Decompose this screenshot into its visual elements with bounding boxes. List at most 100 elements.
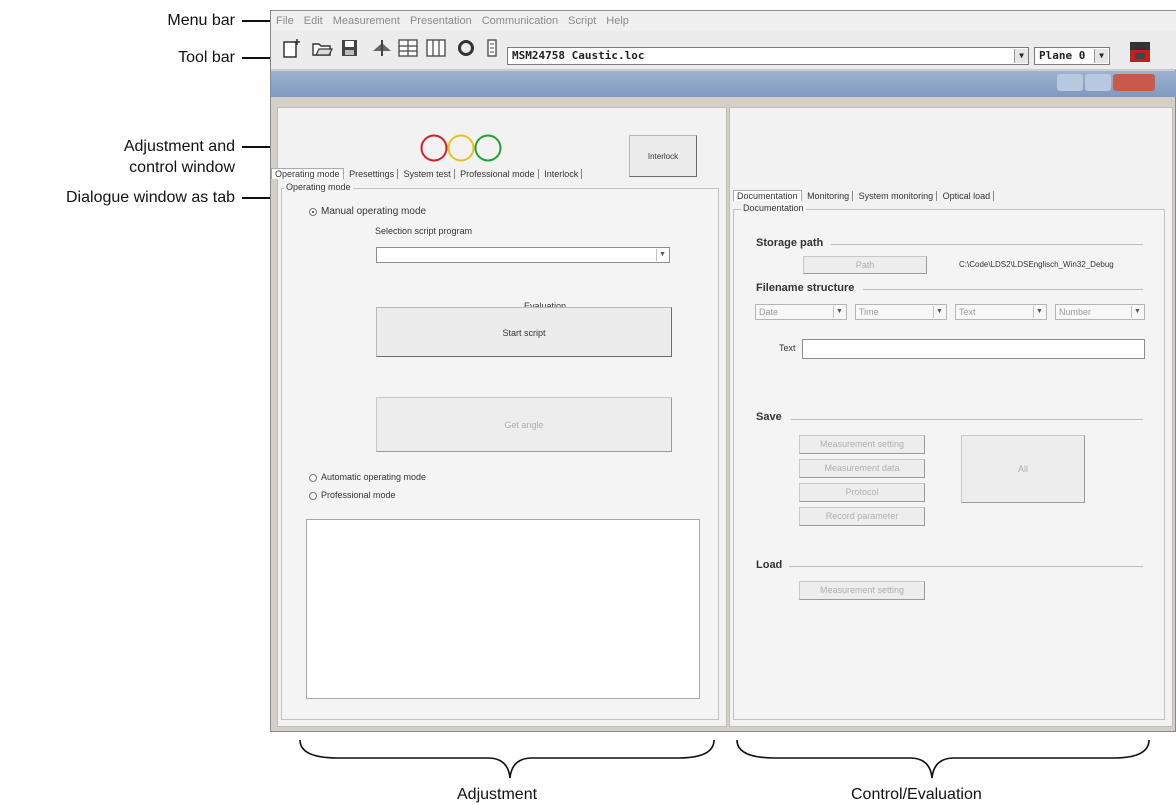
start-script-label: Start script	[502, 328, 546, 338]
left-tab-bar: Operating mode Presettings System test P…	[271, 168, 583, 179]
chevron-down-icon: ▼	[1094, 49, 1108, 63]
storage-path-value: C:\Code\LDS2\LDSEnglisch_Win32_Debug	[959, 260, 1114, 269]
new-file-icon[interactable]	[281, 37, 303, 59]
tab-optical-load[interactable]: Optical load	[939, 191, 995, 201]
grid-view-icon[interactable]	[397, 37, 419, 59]
camera-device-icon[interactable]	[1127, 39, 1153, 65]
filename-part-time[interactable]: Time ▼	[855, 304, 947, 320]
tab-professional-mode[interactable]: Professional mode	[457, 169, 539, 179]
storage-path-divider	[831, 244, 1143, 245]
save-divider	[791, 419, 1143, 420]
load-measurement-setting-button[interactable]: Measurement setting	[799, 581, 925, 600]
interlock-button[interactable]: Interlock	[629, 135, 697, 177]
tab-documentation[interactable]: Documentation	[733, 190, 802, 201]
save-all-button[interactable]: All	[961, 435, 1085, 503]
save-heading: Save	[756, 411, 782, 423]
selection-script-label: Selection script program	[375, 226, 473, 236]
open-folder-icon[interactable]	[311, 37, 333, 59]
menu-script[interactable]: Script	[563, 11, 601, 27]
menu-bar: File Edit Measurement Presentation Communica…	[271, 11, 1176, 31]
automatic-mode-radio[interactable]	[309, 474, 317, 482]
tab-operating-mode[interactable]: Operating mode	[271, 168, 344, 179]
save-measurement-data-label: Measurement data	[824, 463, 900, 473]
chevron-down-icon: ▼	[656, 249, 668, 261]
plane-combo-value: Plane 0	[1039, 49, 1086, 62]
save-protocol-button[interactable]: Protocol	[799, 483, 925, 502]
callout-menu-bar: Menu bar	[167, 12, 235, 29]
storage-path-heading: Storage path	[756, 237, 824, 249]
menu-presentation[interactable]: Presentation	[405, 11, 477, 27]
automatic-mode-label: Automatic operating mode	[321, 472, 427, 482]
save-icon[interactable]	[339, 37, 361, 59]
control-evaluation-brace	[736, 739, 1150, 779]
path-button[interactable]: Path	[803, 256, 927, 274]
log-output-area[interactable]	[306, 519, 700, 699]
load-divider	[789, 566, 1143, 567]
filename-structure-divider	[863, 289, 1143, 290]
status-light-yellow	[447, 134, 475, 162]
load-measurement-setting-label: Measurement setting	[819, 585, 905, 595]
tab-system-monitoring[interactable]: System monitoring	[855, 191, 938, 201]
tool-bar: MSM24758 Caustic.loc ▼ Plane 0 ▼	[271, 31, 1176, 70]
save-measurement-setting-label: Measurement setting	[819, 439, 905, 449]
menu-measurement[interactable]: Measurement	[328, 11, 405, 27]
chevron-down-icon: ▼	[1014, 49, 1028, 63]
tab-monitoring[interactable]: Monitoring	[804, 191, 854, 201]
callout-tool-bar: Tool bar	[178, 49, 235, 66]
documentation-group-title: Documentation	[741, 203, 806, 213]
filename-text-input[interactable]	[802, 339, 1145, 359]
save-all-label: All	[1017, 464, 1028, 474]
device-icon[interactable]	[481, 37, 503, 59]
status-light-red	[420, 134, 448, 162]
file-combo-value: MSM24758 Caustic.loc	[512, 49, 645, 62]
save-record-parameter-label: Record parameter	[825, 511, 899, 521]
script-program-select[interactable]: ▼	[376, 247, 670, 263]
ring-icon[interactable]	[455, 37, 477, 59]
save-record-parameter-button[interactable]: Record parameter	[799, 507, 925, 526]
save-measurement-setting-button[interactable]: Measurement setting	[799, 435, 925, 454]
menu-communication[interactable]: Communication	[477, 11, 563, 27]
load-heading: Load	[756, 559, 783, 571]
maximize-button[interactable]	[1085, 74, 1111, 91]
callout-adjustment-line2: control window	[129, 159, 235, 176]
tab-system-test[interactable]: System test	[400, 169, 455, 179]
professional-mode-label: Professional mode	[321, 490, 396, 500]
filename-part-time-value: Time	[859, 307, 879, 317]
save-protocol-label: Protocol	[845, 487, 879, 497]
panel-view-icon[interactable]	[425, 37, 447, 59]
tab-presettings[interactable]: Presettings	[346, 169, 399, 179]
manual-mode-radio[interactable]	[309, 208, 317, 216]
file-combo-dropdown[interactable]: ▼	[1013, 47, 1029, 65]
aircraft-icon[interactable]	[371, 37, 393, 59]
professional-mode-radio[interactable]	[309, 492, 317, 500]
chevron-down-icon: ▼	[1033, 306, 1045, 318]
save-measurement-data-button[interactable]: Measurement data	[799, 459, 925, 478]
status-light-green	[474, 134, 502, 162]
filename-part-text-value: Text	[959, 307, 976, 317]
chevron-down-icon: ▼	[833, 306, 845, 318]
filename-text-label: Text	[779, 343, 796, 353]
adjustment-label: Adjustment	[457, 786, 538, 803]
interlock-button-label: Interlock	[647, 152, 679, 161]
chevron-down-icon: ▼	[1131, 306, 1143, 318]
file-combo[interactable]: MSM24758 Caustic.loc	[507, 47, 1027, 65]
right-tab-bar: Documentation Monitoring System monitori…	[733, 190, 995, 201]
callout-adjustment-line1: Adjustment and	[123, 138, 235, 155]
close-button[interactable]	[1113, 74, 1155, 91]
filename-part-date-value: Date	[759, 307, 779, 317]
minimize-button[interactable]	[1057, 74, 1083, 91]
start-script-button[interactable]: Start script	[376, 307, 672, 357]
tab-interlock[interactable]: Interlock	[541, 169, 583, 179]
filename-part-number[interactable]: Number ▼	[1055, 304, 1145, 320]
control-evaluation-label: Control/Evaluation	[851, 786, 982, 803]
filename-part-date[interactable]: Date ▼	[755, 304, 847, 320]
menu-file[interactable]: File	[271, 11, 299, 27]
menu-help[interactable]: Help	[601, 11, 634, 27]
path-button-label: Path	[855, 260, 875, 270]
filename-structure-heading: Filename structure	[756, 282, 855, 294]
get-angle-button[interactable]: Get angle	[376, 397, 672, 452]
filename-part-text[interactable]: Text ▼	[955, 304, 1047, 320]
plane-combo[interactable]: Plane 0 ▼	[1034, 47, 1110, 65]
manual-mode-label: Manual operating mode	[321, 206, 427, 217]
menu-edit[interactable]: Edit	[299, 11, 328, 27]
